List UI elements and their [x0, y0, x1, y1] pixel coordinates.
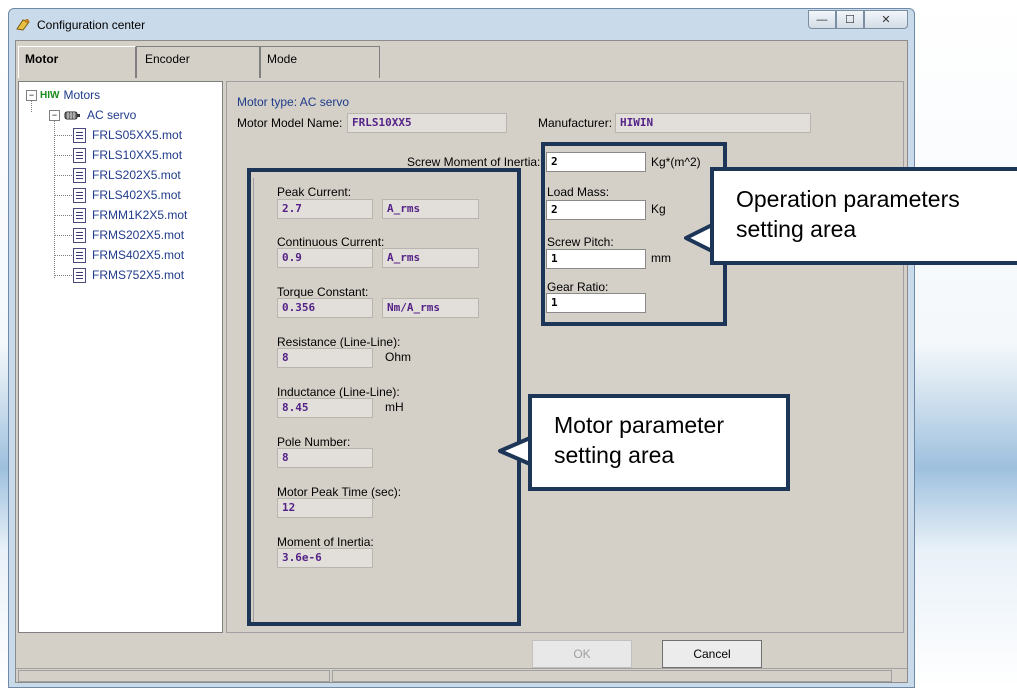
callout-pointers	[498, 223, 714, 466]
operation-callout-label: Operation parameters setting area	[710, 167, 1017, 265]
motor-callout-label: Motor parameter setting area	[528, 394, 790, 491]
